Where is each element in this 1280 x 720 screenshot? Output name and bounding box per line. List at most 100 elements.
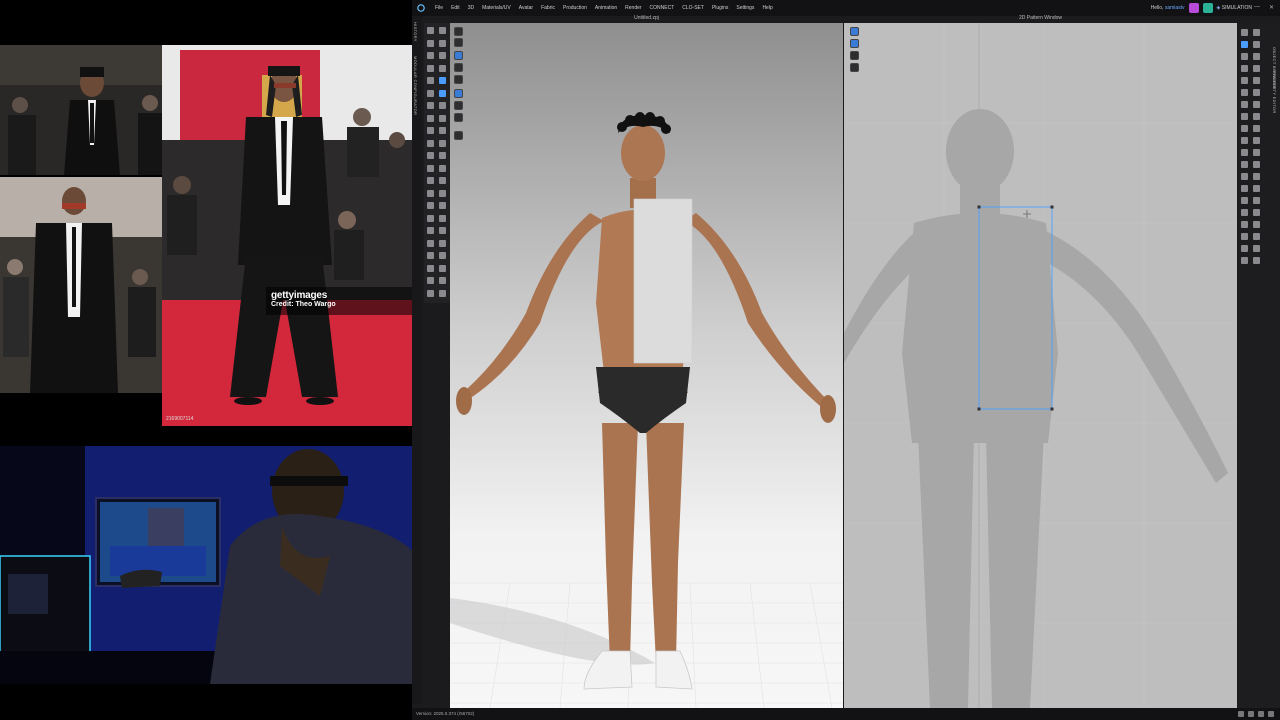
viewport-select-tool-icon[interactable] [454, 89, 463, 98]
tool-select-icon[interactable] [427, 127, 434, 134]
chat-icon[interactable] [1188, 3, 1199, 13]
screen-icon[interactable] [1248, 711, 1254, 717]
panel-button-icon[interactable] [1241, 89, 1248, 96]
tool-move-icon[interactable] [439, 27, 446, 34]
panel-avatar-icon[interactable] [1241, 137, 1248, 144]
panel-topstitch-icon[interactable] [1253, 233, 1260, 240]
tool-fill-icon[interactable] [439, 289, 446, 297]
tool-trim-icon[interactable] [427, 114, 434, 122]
tool-pin-icon[interactable] [439, 152, 446, 159]
panel-trim-icon[interactable] [1241, 101, 1248, 108]
panel-library-icon[interactable] [1253, 41, 1260, 48]
panel-property-icon[interactable] [1253, 149, 1260, 156]
tool-select-icon[interactable] [427, 227, 434, 234]
tool-brush-icon[interactable] [427, 89, 434, 97]
tool-fold-icon[interactable] [427, 64, 434, 72]
layout-icon[interactable] [1238, 711, 1244, 717]
viewport-measure-tool-icon[interactable] [454, 131, 463, 140]
tool-tack-icon[interactable] [439, 164, 446, 172]
panel-trim-icon[interactable] [1241, 221, 1248, 228]
panel-property-icon[interactable] [1241, 41, 1248, 48]
tool-fold-icon[interactable] [427, 264, 434, 272]
viewport-light-tool-icon[interactable] [454, 63, 463, 72]
panel-avatar-icon[interactable] [1253, 245, 1260, 252]
pattern-edit-tool-icon[interactable] [850, 39, 859, 48]
tool-scale-icon[interactable] [427, 252, 434, 259]
tool-sew-icon[interactable] [427, 77, 434, 84]
tool-select-icon[interactable] [427, 27, 434, 34]
panel-avatar-icon[interactable] [1253, 125, 1260, 132]
panel-graphic-icon[interactable] [1253, 221, 1260, 228]
tool-transform-icon[interactable] [427, 239, 434, 247]
panel-fabric-icon[interactable] [1253, 65, 1260, 72]
tool-brush-icon[interactable] [427, 289, 434, 297]
viewport-camera-tool-icon[interactable] [454, 38, 463, 47]
expand-icon[interactable] [1268, 711, 1274, 717]
tool-tack-icon[interactable] [439, 64, 446, 72]
panel-object-icon[interactable] [1241, 149, 1248, 156]
tool-edge-icon[interactable] [439, 77, 446, 84]
username-link[interactable]: samiastv [1165, 5, 1185, 11]
tool-fill-icon[interactable] [439, 89, 446, 97]
tab-modular-configurator[interactable]: MODULAR CONFIGURATOR [413, 56, 418, 115]
tool-transform-icon[interactable] [427, 39, 434, 47]
viewport-3d[interactable] [450, 23, 843, 708]
pattern-window-2d[interactable] [844, 23, 1237, 708]
tool-cut-icon[interactable] [439, 114, 446, 122]
panel-object-icon[interactable] [1253, 137, 1260, 144]
tool-move-icon[interactable] [439, 227, 446, 234]
clo-logo-icon[interactable] [415, 2, 427, 14]
viewport-move-tool-icon[interactable] [454, 101, 463, 110]
tool-rotate-icon[interactable] [439, 239, 446, 247]
tool-scale-icon[interactable] [427, 52, 434, 59]
panel-graphic-icon[interactable] [1253, 101, 1260, 108]
panel-property-icon[interactable] [1253, 29, 1260, 36]
user-icon[interactable] [1202, 3, 1213, 13]
tool-measure-icon[interactable] [427, 202, 434, 209]
mode-indicator[interactable]: ◈ SIMULATION [1217, 5, 1252, 11]
tool-text-icon[interactable] [439, 202, 446, 209]
panel-fabric-icon[interactable] [1241, 77, 1248, 84]
panel-graphic-icon[interactable] [1241, 113, 1248, 120]
tool-cut-icon[interactable] [439, 214, 446, 222]
panel-topstitch-icon[interactable] [1241, 125, 1248, 132]
viewport-display-tool-icon[interactable] [454, 27, 463, 36]
tool-edge-icon[interactable] [439, 277, 446, 284]
tab-history[interactable]: HISTORY [413, 22, 418, 42]
tool-text-icon[interactable] [439, 102, 446, 109]
pattern-point-tool-icon[interactable] [850, 51, 859, 60]
viewport-render-tool-icon[interactable] [454, 75, 463, 84]
tool-scale-icon[interactable] [427, 152, 434, 159]
menu-file[interactable]: File [431, 0, 447, 16]
panel-object-icon[interactable] [1241, 29, 1248, 36]
tool-brush-icon[interactable] [427, 189, 434, 197]
minimize-icon[interactable]: — [1254, 4, 1260, 10]
panel-object-icon[interactable] [1253, 257, 1260, 264]
tool-tack-icon[interactable] [439, 264, 446, 272]
pattern-create-tool-icon[interactable] [850, 27, 859, 36]
panel-fabric-icon[interactable] [1241, 197, 1248, 204]
panel-topstitch-icon[interactable] [1241, 245, 1248, 252]
tool-sew-icon[interactable] [427, 177, 434, 184]
tool-rotate-icon[interactable] [439, 39, 446, 47]
settings-icon[interactable] [1258, 711, 1264, 717]
close-icon[interactable]: ✕ [1269, 4, 1274, 11]
viewport-pin-tool-icon[interactable] [454, 113, 463, 122]
panel-layer-icon[interactable] [1241, 185, 1248, 192]
panel-button-icon[interactable] [1253, 197, 1260, 204]
panel-property-icon[interactable] [1241, 161, 1248, 168]
panel-layer-icon[interactable] [1253, 53, 1260, 60]
tool-pin-icon[interactable] [439, 52, 446, 59]
tool-edge-icon[interactable] [439, 177, 446, 184]
tool-measure-icon[interactable] [427, 102, 434, 109]
panel-avatar-icon[interactable] [1241, 257, 1248, 264]
panel-layer-icon[interactable] [1241, 65, 1248, 72]
tool-fold-icon[interactable] [427, 164, 434, 172]
panel-trim-icon[interactable] [1253, 89, 1260, 96]
pattern-segment-tool-icon[interactable] [850, 63, 859, 72]
panel-fabric-icon[interactable] [1253, 185, 1260, 192]
panel-topstitch-icon[interactable] [1253, 113, 1260, 120]
viewport-avatar-tool-icon[interactable] [454, 51, 463, 60]
tab-property-editor[interactable]: PROPERTY EDITOR [1272, 71, 1277, 114]
tool-transform-icon[interactable] [427, 139, 434, 147]
